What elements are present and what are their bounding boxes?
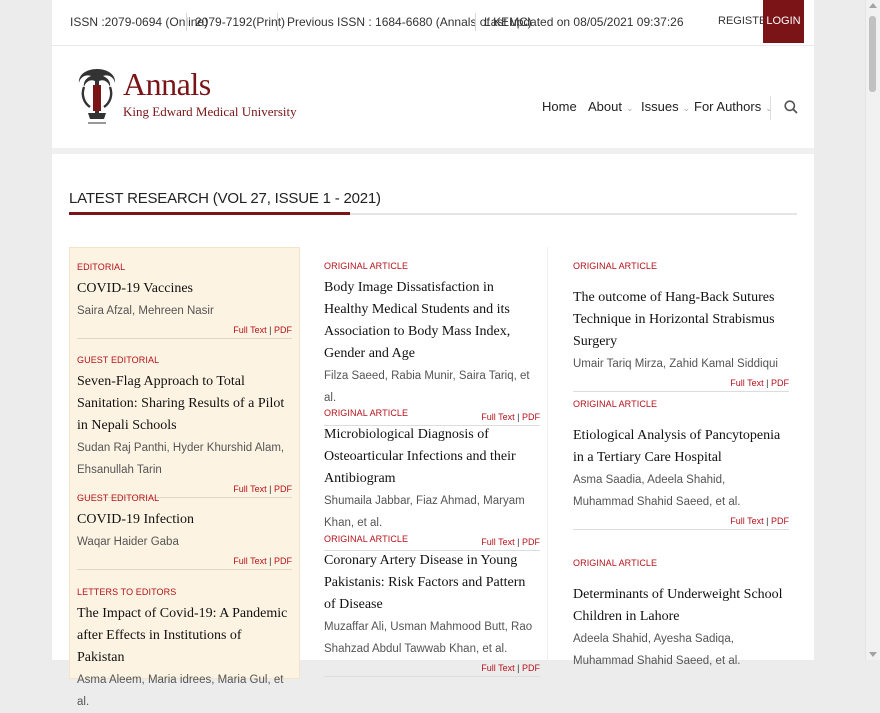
article-links: Full Text | PDF bbox=[324, 663, 540, 677]
scroll-down-icon[interactable] bbox=[869, 652, 877, 657]
issn-online: ISSN :2079-0694 (Online) bbox=[70, 15, 209, 29]
link-separator: | bbox=[269, 556, 272, 566]
article-card: GUEST EDITORIAL COVID-19 Infection Waqar… bbox=[77, 493, 292, 570]
article-links: Full Text | PDF bbox=[573, 516, 789, 530]
article-category: ORIGINAL ARTICLE bbox=[573, 261, 658, 271]
article-card: ORIGINAL ARTICLE Body Image Dissatisfact… bbox=[324, 261, 540, 426]
article-category: GUEST EDITORIAL bbox=[77, 493, 160, 503]
full-text-link[interactable]: Full Text bbox=[730, 378, 763, 388]
nav-issues-label: Issues bbox=[641, 99, 679, 114]
article-authors: Umair Tariq Mirza, Zahid Kamal Siddiqui bbox=[573, 358, 778, 370]
nav-home[interactable]: Home bbox=[542, 99, 577, 114]
page-frame: ISSN :2079-0694 (Online) 2079-7192(Print… bbox=[52, 0, 814, 708]
issn-print: 2079-7192(Print) bbox=[195, 15, 286, 29]
site-header: Annals King Edward Medical University Ho… bbox=[52, 46, 814, 148]
article-card: GUEST EDITORIAL Seven-Flag Approach to T… bbox=[77, 355, 292, 498]
pdf-link[interactable]: PDF bbox=[274, 325, 292, 335]
article-authors: Waqar Haider Gaba bbox=[77, 536, 179, 548]
search-icon[interactable] bbox=[784, 100, 798, 114]
nav-for-authors-label: For Authors bbox=[694, 99, 762, 114]
article-authors: Filza Saeed, Rabia Munir, Saira Tariq, e… bbox=[324, 370, 530, 404]
article-card: ORIGINAL ARTICLE Microbiological Diagnos… bbox=[324, 408, 540, 551]
article-authors: Asma Saadia, Adeela Shahid, Muhammad Sha… bbox=[573, 474, 741, 508]
article-card: ORIGINAL ARTICLE The outcome of Hang-Bac… bbox=[573, 261, 789, 392]
section-title: LATEST RESEARCH (VOL 27, ISSUE 1 - 2021) bbox=[69, 190, 381, 207]
top-info-bar: ISSN :2079-0694 (Online) 2079-7192(Print… bbox=[52, 0, 814, 46]
article-category: ORIGINAL ARTICLE bbox=[573, 558, 658, 568]
column-divider bbox=[547, 247, 548, 667]
full-text-link[interactable]: Full Text bbox=[481, 663, 514, 673]
full-text-link[interactable]: Full Text bbox=[233, 325, 266, 335]
nav-issues[interactable]: Issues ⌄ bbox=[641, 99, 690, 114]
article-title[interactable]: COVID-19 Vaccines bbox=[77, 278, 292, 300]
pdf-link[interactable]: PDF bbox=[771, 378, 789, 388]
section-underline-accent bbox=[69, 212, 350, 215]
article-title[interactable]: Etiological Analysis of Pancytopenia in … bbox=[573, 425, 789, 469]
article-title[interactable]: COVID-19 Infection bbox=[77, 509, 292, 531]
link-separator: | bbox=[766, 516, 769, 526]
article-category: GUEST EDITORIAL bbox=[77, 355, 160, 365]
article-card: EDITORIAL COVID-19 Vaccines Saira Afzal,… bbox=[77, 262, 292, 339]
article-authors: Sudan Raj Panthi, Hyder Khurshid Alam, E… bbox=[77, 442, 285, 476]
pdf-link[interactable]: PDF bbox=[274, 556, 292, 566]
article-title[interactable]: The outcome of Hang-Back Sutures Techniq… bbox=[573, 287, 789, 353]
article-category: EDITORIAL bbox=[77, 262, 126, 272]
full-text-link[interactable]: Full Text bbox=[233, 556, 266, 566]
divider bbox=[277, 13, 278, 31]
last-updated: Last updated on 08/05/2021 09:37:26 bbox=[484, 15, 684, 29]
pdf-link[interactable]: PDF bbox=[522, 663, 540, 673]
nav-about[interactable]: About ⌄ bbox=[588, 99, 634, 114]
link-separator: | bbox=[766, 378, 769, 388]
brand-subtitle: King Edward Medical University bbox=[123, 104, 297, 119]
scrollbar-thumb[interactable] bbox=[869, 16, 876, 92]
pdf-link[interactable]: PDF bbox=[771, 516, 789, 526]
article-authors: Asma Aleem, Maria idrees, Maria Gul, et … bbox=[77, 674, 284, 708]
article-category: ORIGINAL ARTICLE bbox=[324, 534, 409, 544]
editorial-column: EDITORIAL COVID-19 Vaccines Saira Afzal,… bbox=[69, 247, 300, 708]
article-title[interactable]: The Impact of Covid-19: A Pandemic after… bbox=[77, 603, 292, 669]
article-card: ORIGINAL ARTICLE Etiological Analysis of… bbox=[573, 399, 789, 530]
article-card: LETTERS TO EDITORS The Impact of Covid-1… bbox=[77, 587, 292, 713]
login-button[interactable]: LOGIN bbox=[763, 0, 804, 43]
article-authors: Adeela Shahid, Ayesha Sadiqa, Muhammad S… bbox=[573, 633, 741, 667]
article-category: ORIGINAL ARTICLE bbox=[324, 261, 409, 271]
article-category: LETTERS TO EDITORS bbox=[77, 587, 177, 597]
article-title[interactable]: Body Image Dissatisfaction in Healthy Me… bbox=[324, 277, 540, 365]
article-title[interactable]: Microbiological Diagnosis of Osteoarticu… bbox=[324, 424, 540, 490]
full-text-link[interactable]: Full Text bbox=[730, 516, 763, 526]
chevron-down-icon: ⌄ bbox=[625, 103, 634, 113]
article-title[interactable]: Seven-Flag Approach to Total Sanitation:… bbox=[77, 371, 292, 437]
article-authors: Muzaffar Ali, Usman Mahmood Butt, Rao Sh… bbox=[324, 621, 533, 655]
divider bbox=[186, 13, 187, 31]
kemu-logo-icon[interactable] bbox=[76, 65, 118, 127]
scroll-up-icon[interactable] bbox=[869, 3, 877, 8]
header-shadow-band bbox=[52, 148, 814, 154]
nav-for-authors[interactable]: For Authors ⌄ bbox=[694, 99, 773, 114]
chevron-down-icon: ⌄ bbox=[765, 103, 773, 113]
article-category: ORIGINAL ARTICLE bbox=[324, 408, 409, 418]
link-separator: | bbox=[269, 325, 272, 335]
nav-home-label: Home bbox=[542, 99, 577, 114]
link-separator: | bbox=[517, 663, 520, 673]
article-title[interactable]: Determinants of Underweight School Child… bbox=[573, 584, 789, 628]
article-card: ORIGINAL ARTICLE Determinants of Underwe… bbox=[573, 558, 789, 672]
article-links: Full Text | PDF bbox=[77, 325, 292, 339]
article-links: Full Text | PDF bbox=[77, 556, 292, 570]
page-scrollbar[interactable] bbox=[865, 0, 880, 660]
article-category: ORIGINAL ARTICLE bbox=[573, 399, 658, 409]
chevron-down-icon: ⌄ bbox=[682, 103, 691, 113]
article-links: Full Text | PDF bbox=[573, 378, 789, 392]
article-title[interactable]: Coronary Artery Disease in Young Pakista… bbox=[324, 550, 540, 616]
divider bbox=[475, 13, 476, 31]
article-authors: Shumaila Jabbar, Fiaz Ahmad, Maryam Khan… bbox=[324, 495, 525, 529]
nav-about-label: About bbox=[588, 99, 622, 114]
article-authors: Saira Afzal, Mehreen Nasir bbox=[77, 305, 214, 317]
nav-divider bbox=[770, 96, 771, 120]
brand-title[interactable]: Annals bbox=[123, 66, 211, 103]
article-card: ORIGINAL ARTICLE Coronary Artery Disease… bbox=[324, 534, 540, 677]
